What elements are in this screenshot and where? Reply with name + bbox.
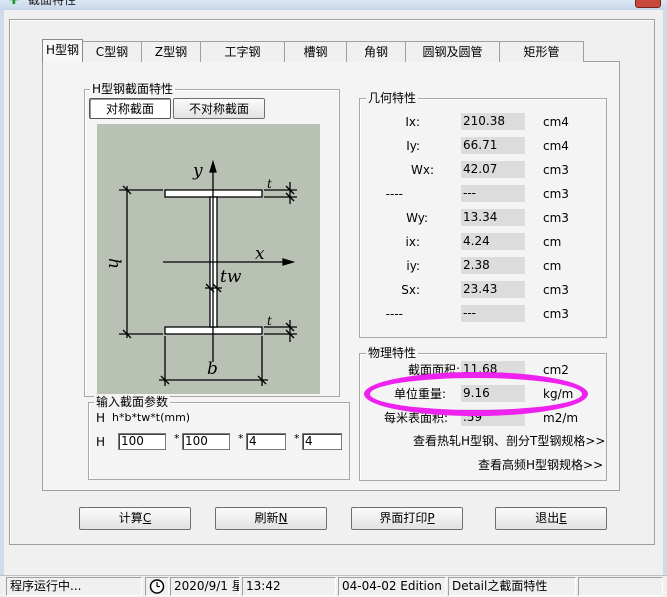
tab-strip: H型钢 C型钢 Z型钢 工字钢 槽钢 角钢 圆钢及圆管 矩形管 bbox=[42, 39, 584, 62]
separator-star-2: * bbox=[238, 432, 244, 445]
tab-i-beam[interactable]: 工字钢 bbox=[200, 41, 285, 62]
tab-channel[interactable]: 槽钢 bbox=[284, 41, 347, 62]
calculate-button-key: C bbox=[142, 511, 152, 525]
geo-label-sx: Sx: bbox=[401, 283, 420, 297]
print-interface-button[interactable]: 界面打印P bbox=[351, 507, 463, 530]
exit-button[interactable]: 退出E bbox=[495, 507, 607, 530]
print-button-key: P bbox=[427, 511, 435, 525]
tab-round-tube[interactable]: 圆钢及圆管 bbox=[405, 41, 500, 62]
web-thickness-input[interactable]: 4 bbox=[246, 433, 286, 450]
geo-unit-empty-2: cm3 bbox=[543, 307, 569, 321]
section-group-title: H型钢截面特性 bbox=[90, 82, 176, 96]
input-type-label: H bbox=[96, 411, 106, 425]
geometry-group-title: 几何特性 bbox=[366, 91, 419, 105]
input-row-label: H bbox=[96, 435, 106, 449]
symmetric-section-button[interactable]: 对称截面 bbox=[89, 98, 171, 119]
refresh-button[interactable]: 刷新N bbox=[215, 507, 327, 530]
status-date: 2020/9/1 星期二 bbox=[170, 577, 240, 596]
width-input[interactable]: 100 bbox=[182, 433, 230, 450]
geo-label-ix-inertia: Ix: bbox=[405, 115, 420, 129]
phys-unit-surface-area: m2/m bbox=[543, 411, 579, 425]
y-axis-label: y bbox=[192, 161, 203, 181]
x-axis-label: x bbox=[255, 244, 265, 264]
geo-unit-wy: cm3 bbox=[543, 211, 569, 225]
input-group-title: 输入截面参数 bbox=[94, 395, 171, 409]
exit-button-key: E bbox=[559, 511, 567, 525]
flange-thickness-label-bottom: t bbox=[267, 314, 272, 328]
geo-label-iy-inertia: Iy: bbox=[406, 139, 420, 153]
flange-thickness-input[interactable]: 4 bbox=[302, 433, 342, 450]
asymmetric-section-button[interactable]: 不对称截面 bbox=[173, 98, 265, 119]
tab-z-steel[interactable]: Z型钢 bbox=[141, 41, 201, 62]
highlight-ellipse bbox=[364, 372, 588, 416]
clock-icon-cell bbox=[145, 577, 169, 596]
geo-value-iy-radius: 2.38 bbox=[461, 257, 525, 274]
h-section-svg: y x h b tw t t bbox=[104, 159, 297, 386]
tab-c-steel[interactable]: C型钢 bbox=[82, 41, 142, 62]
title-bar[interactable]: ✚ 截面特性 bbox=[0, 0, 667, 10]
separator-star-3: * bbox=[294, 432, 300, 445]
geo-unit-ix-radius: cm bbox=[543, 235, 562, 249]
h-section-drawing: y x h b tw t t bbox=[97, 124, 320, 394]
geo-label-empty-2: ---- bbox=[385, 307, 403, 321]
web-thickness-label: tw bbox=[220, 267, 242, 287]
exit-button-label: 退出 bbox=[535, 511, 560, 525]
clock-icon bbox=[149, 579, 165, 594]
geo-unit-iy-inertia: cm4 bbox=[543, 139, 569, 153]
geo-value-empty-1: --- bbox=[461, 185, 525, 202]
status-running: 程序运行中... bbox=[6, 577, 142, 596]
print-button-label: 界面打印 bbox=[379, 511, 428, 525]
geo-unit-ix-inertia: cm4 bbox=[543, 115, 569, 129]
phys-unit-area: cm2 bbox=[543, 363, 569, 377]
calculate-button-label: 计算 bbox=[118, 511, 143, 525]
geo-label-ix-radius: ix: bbox=[405, 235, 420, 249]
flange-thickness-label-top: t bbox=[267, 177, 272, 191]
geo-unit-wx: cm3 bbox=[543, 163, 569, 177]
height-label: h bbox=[104, 258, 124, 269]
geo-value-ix-inertia: 210.38 bbox=[461, 113, 525, 130]
tab-angle[interactable]: 角钢 bbox=[346, 41, 406, 62]
window-title: 截面特性 bbox=[28, 0, 77, 7]
geo-unit-sx: cm3 bbox=[543, 283, 569, 297]
geo-value-wx: 42.07 bbox=[461, 161, 525, 178]
high-frequency-spec-link[interactable]: 查看高频H型钢规格>> bbox=[478, 458, 603, 472]
calculate-button[interactable]: 计算C bbox=[79, 507, 191, 530]
geo-label-iy-radius: iy: bbox=[406, 259, 420, 273]
geo-label-empty-1: ---- bbox=[385, 187, 403, 201]
app-icon: ✚ bbox=[8, 0, 20, 8]
status-detail: Detail之截面特性 bbox=[448, 577, 576, 596]
window-frame-right bbox=[663, 0, 667, 575]
geo-unit-iy-radius: cm bbox=[543, 259, 562, 273]
geo-value-sx: 23.43 bbox=[461, 281, 525, 298]
geo-value-ix-radius: 4.24 bbox=[461, 233, 525, 250]
geo-value-empty-2: --- bbox=[461, 305, 525, 322]
close-button[interactable] bbox=[635, 0, 661, 8]
physical-group-title: 物理特性 bbox=[366, 346, 419, 360]
geo-value-iy-inertia: 66.71 bbox=[461, 137, 525, 154]
tab-h-steel[interactable]: H型钢 bbox=[42, 39, 83, 62]
geo-unit-empty-1: cm3 bbox=[543, 187, 569, 201]
height-input[interactable]: 100 bbox=[118, 433, 166, 450]
width-label: b bbox=[207, 359, 218, 379]
refresh-button-key: N bbox=[278, 511, 288, 525]
geo-label-wy: Wy: bbox=[406, 211, 428, 225]
input-format-label: h*b*tw*t(mm) bbox=[112, 411, 191, 424]
status-empty bbox=[578, 577, 663, 596]
tab-rect-tube[interactable]: 矩形管 bbox=[499, 41, 584, 62]
refresh-button-label: 刷新 bbox=[254, 511, 279, 525]
status-time: 13:42 bbox=[242, 577, 336, 596]
hot-rolled-spec-link[interactable]: 查看热轧H型钢、剖分T型钢规格>> bbox=[413, 434, 605, 448]
separator-star-1: * bbox=[174, 432, 180, 445]
geo-value-wy: 13.34 bbox=[461, 209, 525, 226]
status-edition: 04-04-02 Edition bbox=[338, 577, 446, 596]
geo-label-wx: Wx: bbox=[410, 163, 434, 177]
